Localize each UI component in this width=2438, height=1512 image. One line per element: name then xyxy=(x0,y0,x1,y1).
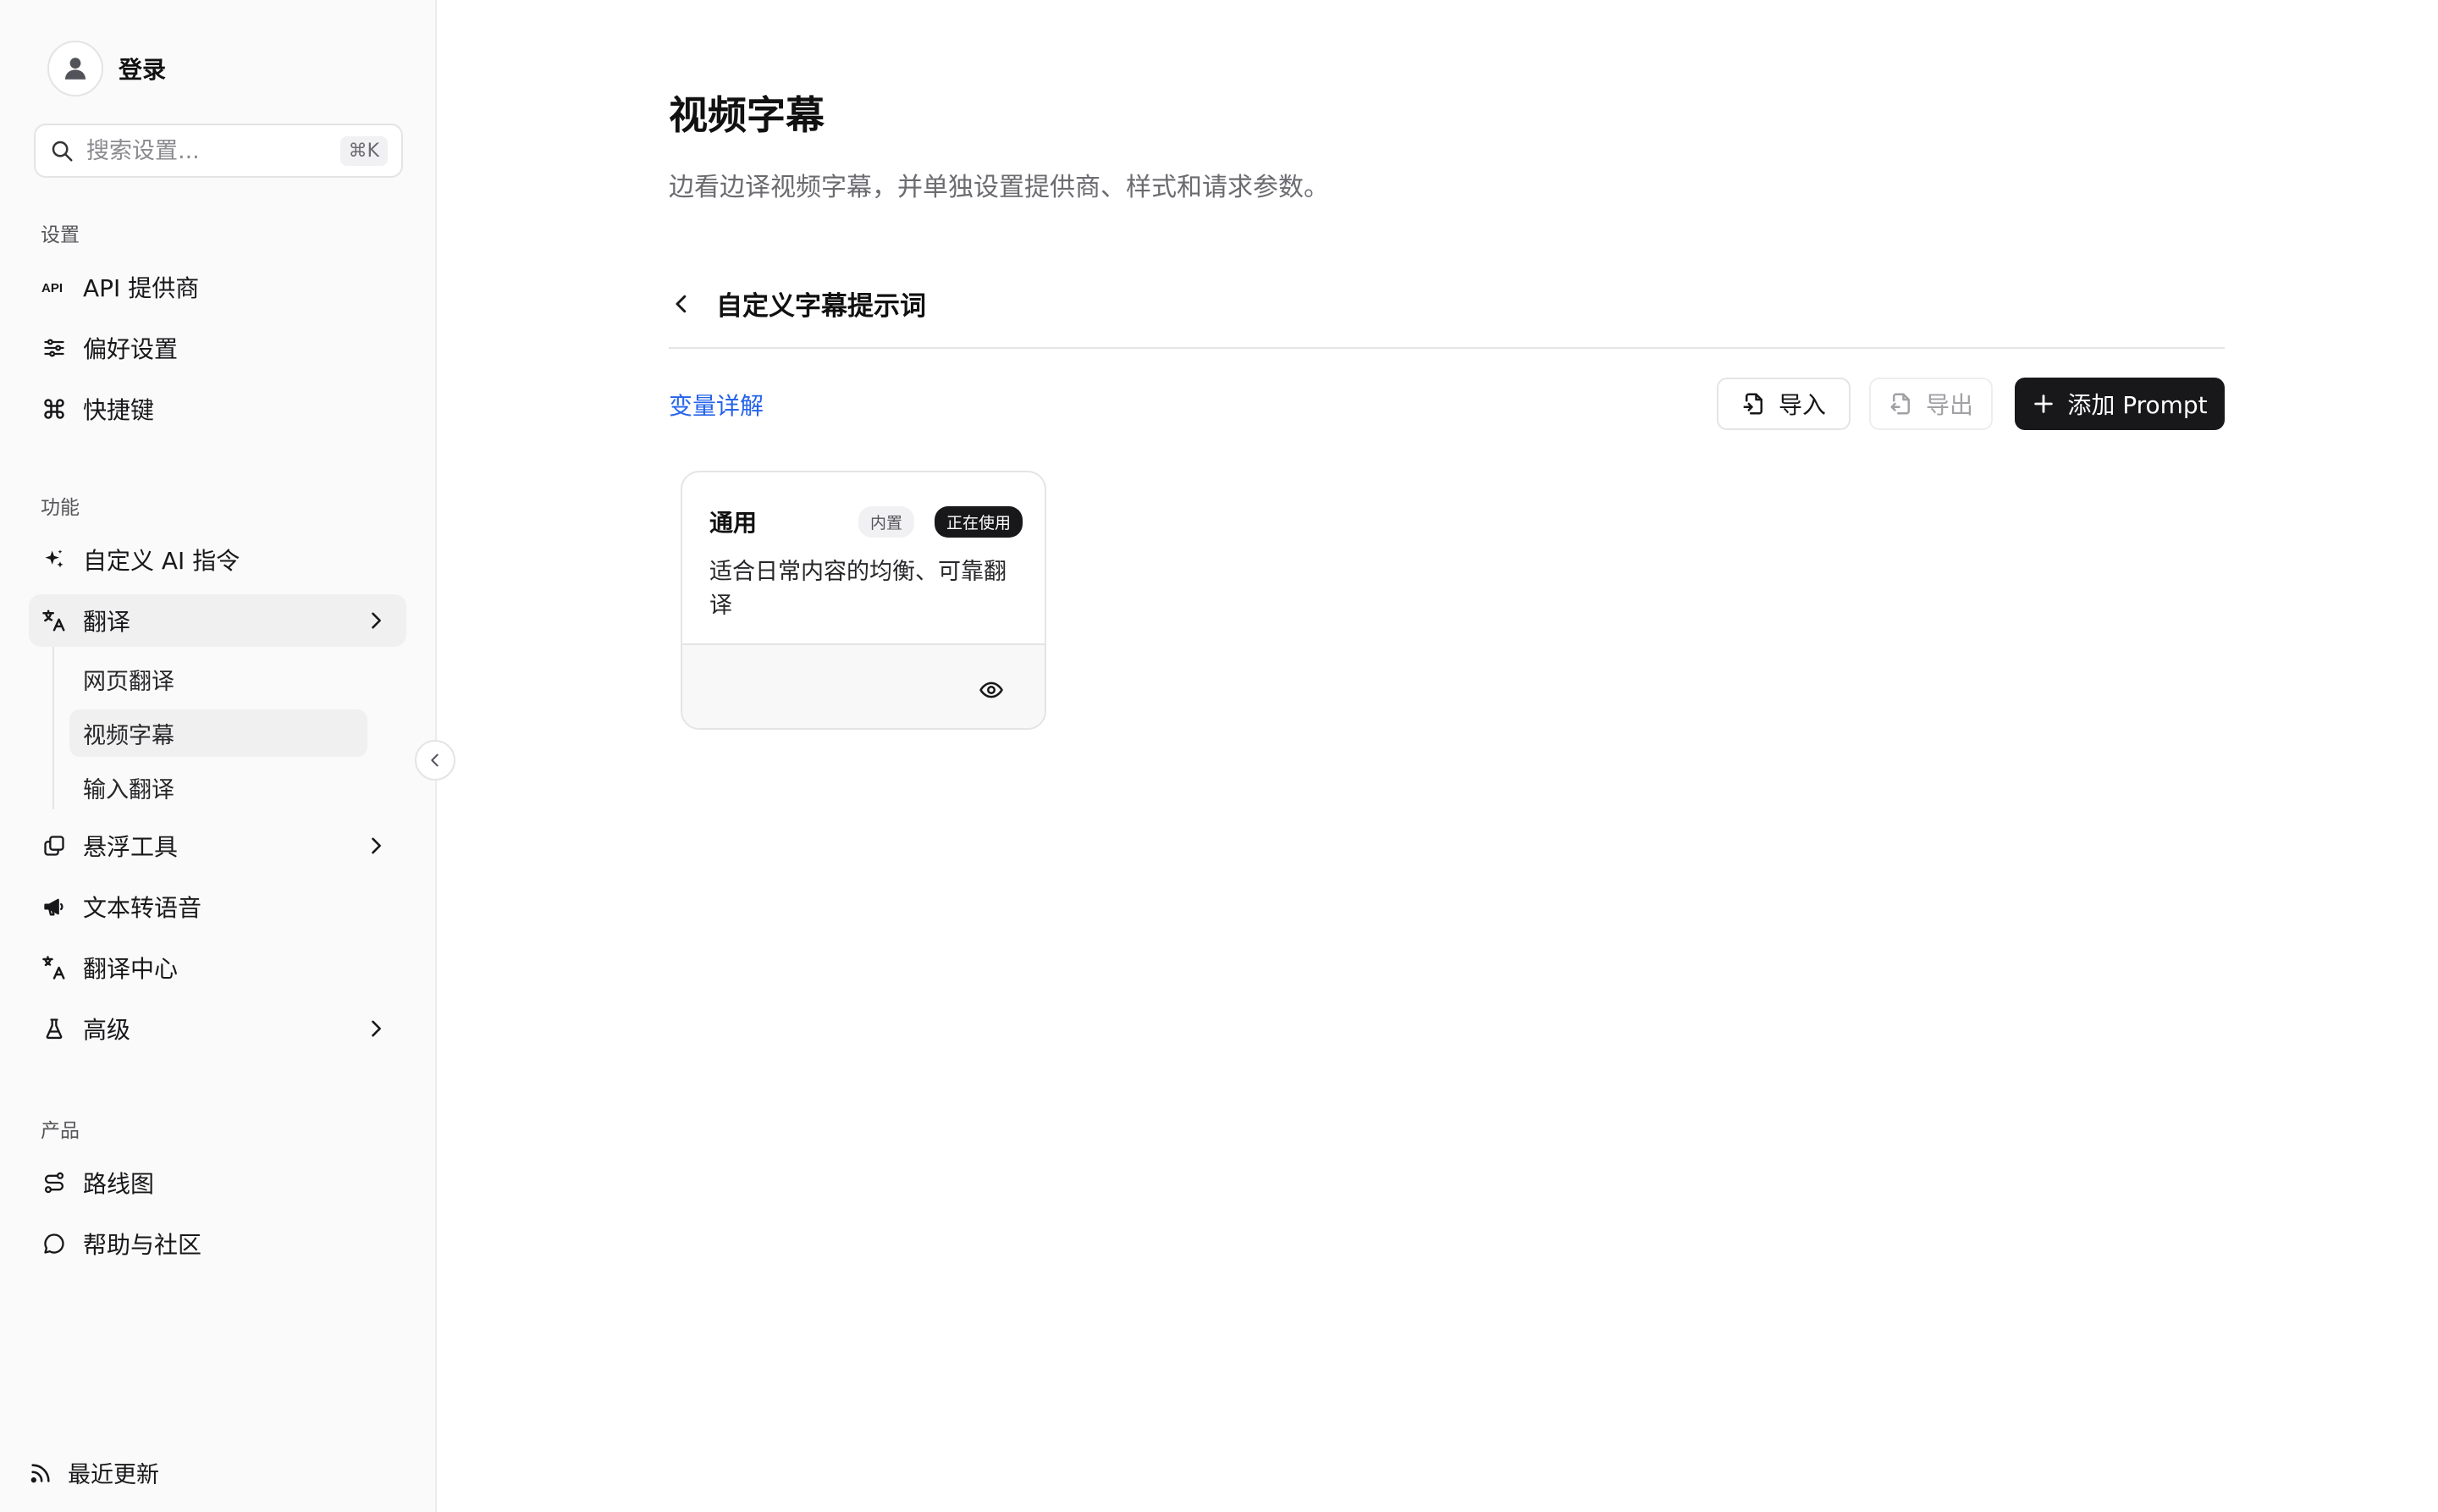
import-label: 导入 xyxy=(1778,391,1826,419)
sidebar-subitem-video-subtitles[interactable]: 视频字幕 xyxy=(69,709,367,757)
import-button[interactable]: 导入 xyxy=(1717,378,1851,430)
flask-icon xyxy=(41,1015,68,1042)
search-icon xyxy=(52,141,73,162)
sidebar: 登录 ⌘K 设置 API API 提供商 偏好设置 xyxy=(0,0,437,1512)
sidebar-item-floating-tools[interactable]: 悬浮工具 xyxy=(29,819,406,872)
view-prompt-button[interactable] xyxy=(977,676,1006,704)
sidebar-item-label: 文本转语音 xyxy=(83,894,202,922)
plus-icon xyxy=(2034,395,2054,413)
submenu-guide-line xyxy=(52,647,54,809)
sidebar-subitem-web-translation[interactable]: 网页翻译 xyxy=(69,655,367,703)
prompt-card[interactable]: 通用 内置 正在使用 适合日常内容的均衡、可靠翻译 xyxy=(681,471,1046,730)
chat-bubble-icon xyxy=(41,1230,68,1257)
sidebar-collapse-button[interactable] xyxy=(415,740,455,781)
sidebar-item-label: 帮助与社区 xyxy=(83,1231,202,1259)
prompt-description: 适合日常内容的均衡、可靠翻译 xyxy=(709,559,1007,619)
sidebar-item-preferences[interactable]: 偏好设置 xyxy=(29,322,406,374)
prompt-card-header: 通用 内置 正在使用 xyxy=(709,505,1023,538)
route-icon xyxy=(41,1169,68,1196)
export-label: 导出 xyxy=(1925,391,1973,419)
sidebar-item-label: API 提供商 xyxy=(83,274,200,302)
chevron-right-icon xyxy=(372,1020,381,1037)
sidebar-item-translation-center[interactable]: 翻译中心 xyxy=(29,941,406,994)
active-badge: 正在使用 xyxy=(934,505,1023,538)
prompt-card-footer xyxy=(682,643,1045,728)
page-description: 边看边译视频字幕，并单独设置提供商、样式和请求参数。 xyxy=(669,173,1329,202)
login-label[interactable]: 登录 xyxy=(119,52,166,86)
eye-icon xyxy=(979,682,1003,698)
chevron-right-icon xyxy=(372,612,381,629)
sidebar-item-label: 快捷键 xyxy=(83,396,155,424)
command-icon xyxy=(41,395,68,422)
section-title-features: 功能 xyxy=(41,497,80,519)
sidebar-item-label: 偏好设置 xyxy=(83,335,179,363)
layers-icon xyxy=(41,832,68,859)
prompt-name: 通用 xyxy=(709,509,758,537)
export-button[interactable]: 导出 xyxy=(1869,378,1993,430)
sidebar-item-roadmap[interactable]: 路线图 xyxy=(29,1156,406,1209)
avatar[interactable] xyxy=(47,41,103,97)
search-shortcut-badge: ⌘K xyxy=(339,135,388,166)
search-box[interactable]: ⌘K xyxy=(34,124,403,178)
file-import-icon xyxy=(1743,393,1762,415)
recent-updates-link[interactable]: 最近更新 xyxy=(27,1456,159,1489)
section-title-settings: 设置 xyxy=(41,224,80,246)
language-icon xyxy=(41,954,68,981)
page-title: 视频字幕 xyxy=(669,92,825,138)
variables-detail-link[interactable]: 变量详解 xyxy=(669,388,764,422)
login-row[interactable]: 登录 xyxy=(47,41,166,97)
sliders-icon xyxy=(41,334,68,361)
sparkles-icon xyxy=(41,546,68,573)
rss-icon xyxy=(27,1460,54,1487)
section-title: 自定义字幕提示词 xyxy=(716,291,926,322)
settings-app: 登录 ⌘K 设置 API API 提供商 偏好设置 xyxy=(0,0,2438,1512)
svg-text:API: API xyxy=(41,281,63,295)
add-prompt-label: 添加 Prompt xyxy=(2067,391,2208,419)
back-header[interactable]: 自定义字幕提示词 xyxy=(669,284,926,323)
chevron-left-icon[interactable] xyxy=(669,291,694,317)
sidebar-subitem-input-translation[interactable]: 输入翻译 xyxy=(69,764,367,811)
sidebar-item-label: 翻译 xyxy=(83,608,131,636)
recent-updates-label: 最近更新 xyxy=(68,1462,159,1488)
sidebar-item-custom-ai[interactable]: 自定义 AI 指令 xyxy=(29,533,406,586)
sidebar-item-label: 路线图 xyxy=(83,1170,155,1198)
sidebar-item-api-providers[interactable]: API API 提供商 xyxy=(29,261,406,313)
section-title-product: 产品 xyxy=(41,1120,80,1142)
sidebar-item-label: 悬浮工具 xyxy=(83,833,179,861)
file-export-icon xyxy=(1890,393,1910,415)
search-input[interactable] xyxy=(86,137,340,164)
translate-icon xyxy=(41,607,68,634)
sidebar-item-label: 高级 xyxy=(83,1016,131,1044)
add-prompt-button[interactable]: 添加 Prompt xyxy=(2015,378,2225,430)
sidebar-item-shortcuts[interactable]: 快捷键 xyxy=(29,383,406,435)
api-icon: API xyxy=(41,273,68,301)
chevron-left-icon xyxy=(431,753,439,767)
builtin-badge: 内置 xyxy=(858,505,914,538)
user-icon xyxy=(64,58,86,80)
sidebar-item-advanced[interactable]: 高级 xyxy=(29,1002,406,1055)
sidebar-item-label: 翻译中心 xyxy=(83,955,179,983)
megaphone-icon xyxy=(41,893,68,920)
sidebar-item-text-to-speech[interactable]: 文本转语音 xyxy=(29,880,406,933)
sidebar-item-translate[interactable]: 翻译 xyxy=(29,594,406,647)
chevron-right-icon xyxy=(372,837,381,854)
sidebar-item-help-community[interactable]: 帮助与社区 xyxy=(29,1217,406,1270)
divider xyxy=(669,347,2225,349)
sidebar-item-label: 自定义 AI 指令 xyxy=(83,547,240,575)
